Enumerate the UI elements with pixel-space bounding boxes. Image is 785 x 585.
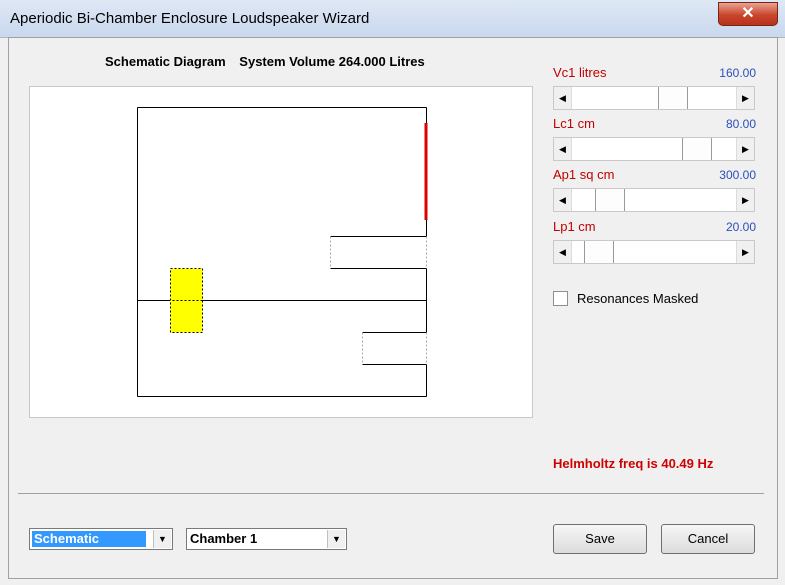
right-arrow-icon[interactable]: ▶ <box>736 138 754 160</box>
chevron-down-icon[interactable]: ▼ <box>327 530 345 548</box>
schematic-diagram <box>137 107 428 397</box>
save-button[interactable]: Save <box>553 524 647 554</box>
resonances-masked-checkbox[interactable] <box>553 291 568 306</box>
port-upper <box>330 236 427 269</box>
system-volume-text: System Volume 264.000 Litres <box>239 54 425 69</box>
left-arrow-icon[interactable]: ◀ <box>554 189 572 211</box>
enclosure-outline <box>137 107 427 397</box>
vc1-scrollbar[interactable]: ◀ ▶ <box>553 86 755 110</box>
close-icon[interactable]: ✕ <box>718 2 778 26</box>
vc1-scroll-thumb[interactable] <box>657 87 688 109</box>
ap1-scrollbar[interactable]: ◀ ▶ <box>553 188 755 212</box>
lp1-value: 20.00 <box>725 220 756 234</box>
diagram-label: Schematic Diagram <box>105 54 226 69</box>
wizard-window: Aperiodic Bi-Chamber Enclosure Loudspeak… <box>0 0 785 585</box>
cancel-button-label: Cancel <box>687 531 729 546</box>
chamber-select[interactable]: Chamber 1 ▼ <box>186 528 347 550</box>
diagram-heading: Schematic Diagram System Volume 264.000 … <box>105 54 425 69</box>
schematic-diagram-panel <box>29 86 533 418</box>
view-select-value: Schematic <box>32 531 146 547</box>
chevron-down-icon[interactable]: ▼ <box>153 530 171 548</box>
separator-line <box>18 493 764 494</box>
title-bar: Aperiodic Bi-Chamber Enclosure Loudspeak… <box>0 0 785 38</box>
right-arrow-icon[interactable]: ▶ <box>736 189 754 211</box>
ap1-scroll-thumb[interactable] <box>594 189 625 211</box>
left-arrow-icon[interactable]: ◀ <box>554 138 572 160</box>
cancel-button[interactable]: Cancel <box>661 524 755 554</box>
save-button-label: Save <box>585 531 615 546</box>
lp1-scrollbar[interactable]: ◀ ▶ <box>553 240 755 264</box>
right-arrow-icon[interactable]: ▶ <box>736 241 754 263</box>
lc1-scroll-thumb[interactable] <box>681 138 712 160</box>
lc1-scrollbar[interactable]: ◀ ▶ <box>553 137 755 161</box>
vc1-value: 160.00 <box>719 66 756 80</box>
lp1-scroll-thumb[interactable] <box>584 241 615 263</box>
port-lower <box>362 332 427 365</box>
resonances-masked-label[interactable]: Resonances Masked <box>577 291 698 306</box>
chamber-select-value: Chamber 1 <box>190 531 258 546</box>
helmholtz-frequency-text: Helmholtz freq is 40.49 Hz <box>553 456 714 471</box>
ap1-label: Ap1 sq cm <box>553 167 615 182</box>
lc1-label: Lc1 cm <box>553 116 595 131</box>
ap1-value: 300.00 <box>719 168 756 182</box>
view-select[interactable]: Schematic ▼ <box>29 528 173 550</box>
window-title: Aperiodic Bi-Chamber Enclosure Loudspeak… <box>10 10 370 27</box>
right-arrow-icon[interactable]: ▶ <box>736 87 754 109</box>
vc1-label: Vc1 litres <box>553 65 607 80</box>
lc1-value: 80.00 <box>725 117 756 131</box>
lp1-label: Lp1 cm <box>553 219 596 234</box>
left-arrow-icon[interactable]: ◀ <box>554 241 572 263</box>
left-arrow-icon[interactable]: ◀ <box>554 87 572 109</box>
